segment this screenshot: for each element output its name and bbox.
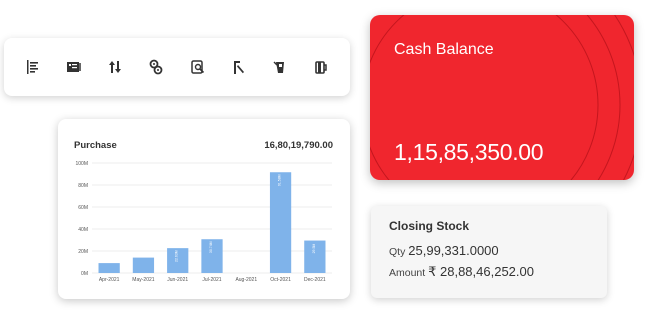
closing-stock-qty: Qty 25,99,331.0000 [389,243,499,258]
ledger-icon[interactable] [62,55,86,79]
bar-data-label: 91.58M [278,174,282,186]
gears-icon[interactable] [144,55,168,79]
closing-stock-title: Closing Stock [389,219,470,233]
y-tick-label: 100M [75,161,88,167]
purchase-bar-chart: 0M 20M 40M 60M 80M 100M Apr-2021 May-2021 22.63M… [75,161,332,283]
mug-icon[interactable] [309,55,333,79]
closing-stock-amount: Amount ₹ 28,88,46,252.00 [389,264,534,280]
y-tick-label: 60M [78,205,88,211]
x-tick-label: Jul-2021 [202,277,221,283]
sort-icon[interactable] [103,55,127,79]
x-tick-label: Oct-2021 [270,277,291,283]
search-doc-icon[interactable] [186,55,210,79]
bar [98,263,120,273]
qty-value: 25,99,331.0000 [408,243,499,258]
x-tick-label: Jun-2021 [167,277,188,283]
purchase-total: 16,80,19,790.00 [264,140,333,151]
bar-data-label: 30.74M [209,241,213,253]
bar [132,257,155,273]
purchase-title: Purchase [74,140,117,151]
qty-label: Qty [389,246,406,258]
glass-icon[interactable] [268,55,292,79]
bar-data-label: 22.63M [175,250,179,262]
x-tick-label: May-2021 [132,277,154,283]
amount-value: ₹ 28,88,46,252.00 [428,264,534,279]
cash-balance-card[interactable]: Cash Balance 1,15,85,350.00 [370,15,634,180]
report-icon[interactable] [21,55,45,79]
toolbar [4,38,350,96]
purchase-card: Purchase 16,80,19,790.00 0M 20M 40M 60M 80M 1… [58,119,350,299]
x-tick-label: Apr-2021 [99,277,120,283]
cash-balance-title: Cash Balance [394,41,494,58]
bar-data-label: 29.5M [312,244,316,254]
y-tick-label: 80M [78,183,88,189]
x-tick-label: Dec-2021 [304,277,326,283]
y-tick-label: 40M [78,227,88,233]
y-tick-label: 0M [81,271,88,277]
bar [269,172,292,273]
cash-balance-amount: 1,15,85,350.00 [394,139,544,165]
amount-label: Amount [389,267,426,279]
x-tick-label: Aug-2021 [235,277,257,283]
y-tick-label: 20M [78,249,88,255]
closing-stock-card[interactable]: Closing Stock Qty 25,99,331.0000 Amount … [371,206,607,298]
pen-icon[interactable] [227,55,251,79]
